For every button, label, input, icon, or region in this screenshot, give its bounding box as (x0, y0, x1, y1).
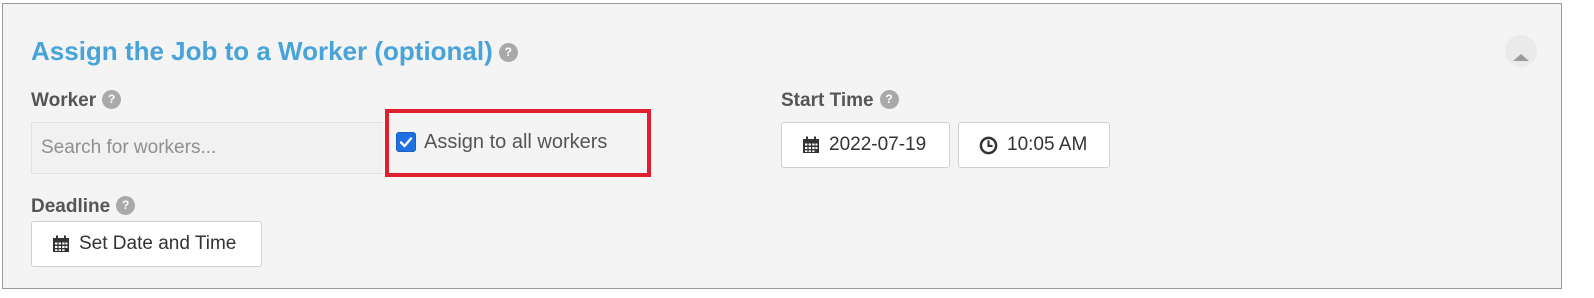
deadline-label: Deadline? (31, 196, 136, 218)
check-icon (399, 137, 413, 148)
help-icon[interactable]: ? (116, 196, 136, 216)
help-icon[interactable]: ? (102, 90, 122, 110)
start-time-value: 10:05 AM (1007, 134, 1088, 155)
start-time-label: Start Time? (781, 90, 899, 112)
help-icon[interactable]: ? (879, 90, 899, 110)
chevron-up-icon (1513, 53, 1529, 61)
start-time-button[interactable]: 10:05 AM (958, 122, 1110, 168)
worker-label: Worker? (31, 90, 122, 112)
assign-job-panel: Assign the Job to a Worker (optional)? W… (2, 3, 1562, 289)
section-title: Assign the Job to a Worker (optional)? (31, 36, 518, 67)
calendar-icon (52, 235, 70, 253)
help-icon[interactable]: ? (498, 42, 518, 62)
start-time-label-text: Start Time (781, 90, 874, 111)
start-date-button[interactable]: 2022-07-19 (781, 122, 950, 168)
clock-icon (979, 136, 998, 155)
assign-all-checkbox[interactable] (396, 132, 416, 152)
deadline-button-label: Set Date and Time (79, 233, 237, 254)
deadline-label-text: Deadline (31, 196, 111, 217)
worker-label-text: Worker (31, 90, 97, 111)
calendar-icon (802, 136, 820, 154)
section-title-text: Assign the Job to a Worker (optional) (31, 36, 493, 66)
assign-all-workers-option[interactable]: Assign to all workers (396, 130, 607, 154)
assign-all-label[interactable]: Assign to all workers (424, 131, 607, 154)
deadline-button[interactable]: Set Date and Time (31, 221, 262, 267)
start-date-value: 2022-07-19 (829, 134, 927, 155)
collapse-button[interactable] (1505, 35, 1537, 67)
worker-search-input[interactable] (31, 122, 383, 174)
